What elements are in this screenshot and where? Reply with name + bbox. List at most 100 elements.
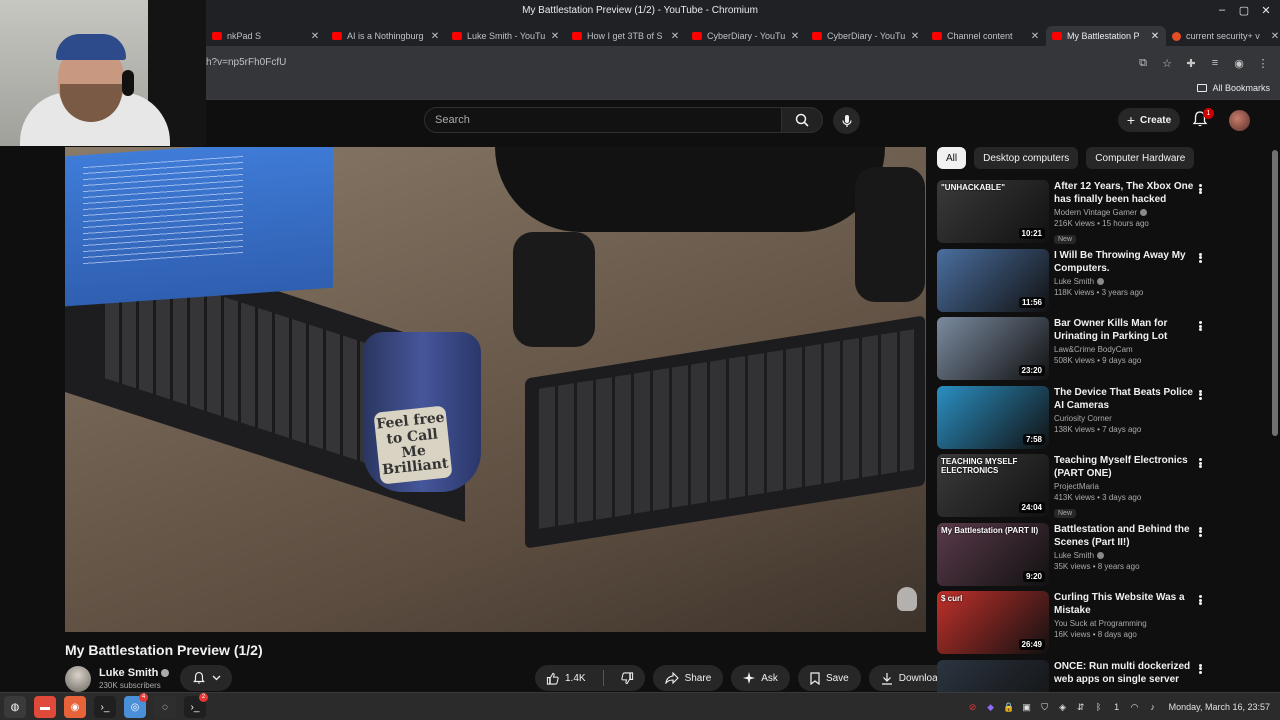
tab-close-icon[interactable]: ✕ — [668, 31, 682, 42]
search-button[interactable] — [781, 107, 823, 133]
recommendation-title[interactable]: ONCE: Run multi dockerized web apps on s… — [1054, 660, 1199, 686]
video-thumbnail[interactable]: 7:58 — [937, 385, 1049, 449]
kebab-menu-icon[interactable] — [1195, 182, 1205, 196]
firefox-icon[interactable]: ◉ — [64, 696, 86, 718]
profile-icon[interactable]: ◉ — [1232, 56, 1246, 70]
vpn-icon[interactable]: ⊘ — [967, 701, 979, 713]
dislike-button[interactable] — [610, 665, 645, 691]
tab-close-icon[interactable]: ✕ — [428, 31, 442, 42]
ask-button[interactable]: Ask — [731, 665, 790, 691]
shield-icon[interactable]: ⛉ — [1039, 701, 1051, 713]
recommendation-title[interactable]: Battlestation and Behind the Scenes (Par… — [1054, 523, 1199, 549]
recommendation-channel[interactable]: Curiosity Corner — [1054, 414, 1199, 423]
notifications-button[interactable]: 1 — [1191, 108, 1214, 130]
lock-icon[interactable]: 🔒 — [1003, 701, 1015, 713]
recommendation-item[interactable]: $ curl 26:49 Curling This Website Was a Mi… — [937, 591, 1267, 660]
all-bookmarks-button[interactable]: All Bookmarks — [1197, 83, 1270, 93]
kebab-menu-icon[interactable] — [1195, 251, 1205, 265]
tab[interactable]: CyberDiary - YouTu ✕ — [806, 26, 926, 46]
create-button[interactable]: + Create — [1118, 108, 1180, 132]
clock[interactable]: Monday, March 16, 23:57 — [1169, 702, 1270, 712]
search-input[interactable] — [425, 108, 781, 132]
filter-chip[interactable]: Computer Hardware — [1086, 147, 1195, 169]
proton-icon[interactable]: ◆ — [985, 701, 997, 713]
video-thumbnail[interactable]: TEACHING MYSELF ELECTRONICS 24:04 — [937, 454, 1049, 517]
tab[interactable]: nkPad S ✕ — [206, 26, 326, 46]
video-thumbnail[interactable]: 23:20 — [937, 317, 1049, 380]
address-bar[interactable]: h?v=np5rFh0FcfU — [206, 57, 286, 68]
filter-chip[interactable]: Desktop computers — [974, 147, 1079, 169]
tab[interactable]: CyberDiary - YouTu ✕ — [686, 26, 806, 46]
kebab-menu-icon[interactable] — [1195, 593, 1205, 607]
minimize-icon[interactable]: – — [1216, 4, 1228, 17]
clipboard-icon[interactable]: ▣ — [1021, 701, 1033, 713]
recommendation-item[interactable]: My Battlestation (PART II) 9:20 Battlestat… — [937, 522, 1267, 592]
recommendation-title[interactable]: Bar Owner Kills Man for Urinating in Par… — [1054, 317, 1199, 343]
bookmark-star-icon[interactable]: ☆ — [1160, 56, 1174, 70]
recommendation-item[interactable]: TEACHING MYSELF ELECTRONICS 24:04 Teaching… — [937, 454, 1267, 523]
obs-icon[interactable]: ◌ — [154, 696, 176, 718]
channel-watermark-icon[interactable] — [897, 587, 917, 611]
tab[interactable]: Luke Smith - YouTu ✕ — [446, 26, 566, 46]
recommendation-title[interactable]: The Device That Beats Police AI Cameras — [1054, 386, 1199, 412]
kebab-menu-icon[interactable] — [1195, 525, 1205, 539]
terminal-icon[interactable]: ›_ — [94, 696, 116, 718]
channel-name[interactable]: Luke Smith — [99, 667, 170, 679]
video-thumbnail[interactable] — [937, 659, 1049, 692]
extensions-icon[interactable]: ✚ — [1184, 56, 1198, 70]
recommendation-item[interactable]: 23:20 Bar Owner Kills Man for Urinating i… — [937, 317, 1267, 386]
tab-close-icon[interactable]: ✕ — [788, 31, 802, 42]
scrollbar-thumb[interactable] — [1272, 150, 1278, 436]
video-thumbnail[interactable]: $ curl 26:49 — [937, 591, 1049, 654]
kebab-menu-icon[interactable] — [1195, 662, 1205, 676]
kebab-menu-icon[interactable] — [1195, 319, 1205, 333]
filter-chip[interactable]: All — [937, 147, 967, 169]
tab-close-icon[interactable]: ✕ — [1148, 31, 1162, 42]
menu-kebab-icon[interactable]: ⋮ — [1256, 56, 1270, 70]
video-player[interactable]: Feel free to Call Me Brilliant — [65, 147, 926, 632]
files-icon[interactable]: ▬ — [34, 696, 56, 718]
recommendation-channel[interactable]: Luke Smith — [1054, 277, 1199, 286]
bluetooth-icon[interactable]: ᛒ — [1093, 701, 1105, 713]
recommendation-channel[interactable]: You Suck at Programming — [1054, 619, 1199, 628]
kebab-menu-icon[interactable] — [1195, 388, 1205, 402]
maximize-icon[interactable]: ▢ — [1238, 4, 1250, 17]
channel-avatar[interactable] — [65, 666, 91, 692]
tab-close-icon[interactable]: ✕ — [1268, 31, 1280, 42]
wifi-icon[interactable]: ◠ — [1129, 701, 1141, 713]
recommendation-channel[interactable]: Luke Smith — [1054, 551, 1199, 560]
recommendation-channel[interactable]: Modern Vintage Gamer — [1054, 208, 1199, 217]
mint-menu-icon[interactable]: ◍ — [4, 696, 26, 718]
recommendation-channel[interactable]: ProjectMaria — [1054, 482, 1199, 491]
tab-active[interactable]: My Battlestation P ✕ — [1046, 26, 1166, 46]
chromium-icon[interactable]: ◎ 4 — [124, 693, 148, 718]
tab[interactable]: current security+ v ✕ — [1166, 26, 1280, 46]
voice-search-button[interactable] — [833, 107, 860, 134]
tab-close-icon[interactable]: ✕ — [1028, 31, 1042, 42]
volume-icon[interactable]: ♪ — [1147, 701, 1159, 713]
recommendation-channel[interactable]: Law&Crime BodyCam — [1054, 345, 1199, 354]
video-thumbnail[interactable]: My Battlestation (PART II) 9:20 — [937, 522, 1049, 586]
tab-close-icon[interactable]: ✕ — [308, 31, 322, 42]
recommendation-title[interactable]: Curling This Website Was a Mistake — [1054, 591, 1199, 617]
recommendation-item[interactable]: "UNHACKABLE" 10:21 After 12 Years, The Xbo… — [937, 180, 1267, 249]
recommendation-item[interactable]: 7:58 The Device That Beats Police AI Came… — [937, 385, 1267, 455]
media-icon[interactable]: ≡ — [1208, 56, 1222, 70]
recommendation-title[interactable]: After 12 Years, The Xbox One has finally… — [1054, 180, 1199, 206]
tab[interactable]: How I get 3TB of S ✕ — [566, 26, 686, 46]
video-thumbnail[interactable]: 11:56 — [937, 248, 1049, 312]
terminal-2-icon[interactable]: ›_ 2 — [184, 693, 208, 718]
recommendation-title[interactable]: I Will Be Throwing Away My Computers. — [1054, 249, 1199, 275]
kebab-menu-icon[interactable] — [1195, 456, 1205, 470]
tab[interactable]: Channel content ✕ — [926, 26, 1046, 46]
recommendation-item[interactable]: ONCE: Run multi dockerized web apps on s… — [937, 659, 1267, 692]
save-button[interactable]: Save — [797, 665, 861, 691]
cast-icon[interactable]: ⧉ — [1136, 56, 1150, 70]
share-button[interactable]: Share — [652, 665, 724, 691]
network-icon[interactable]: ⇵ — [1075, 701, 1087, 713]
account-avatar[interactable] — [1229, 110, 1250, 131]
like-button[interactable]: 1.4K — [535, 665, 597, 691]
page-scrollbar[interactable] — [1270, 100, 1280, 692]
notifications-tray-icon[interactable]: 1 — [1111, 701, 1123, 713]
recommendation-item[interactable]: 11:56 I Will Be Throwing Away My Computer… — [937, 248, 1267, 318]
